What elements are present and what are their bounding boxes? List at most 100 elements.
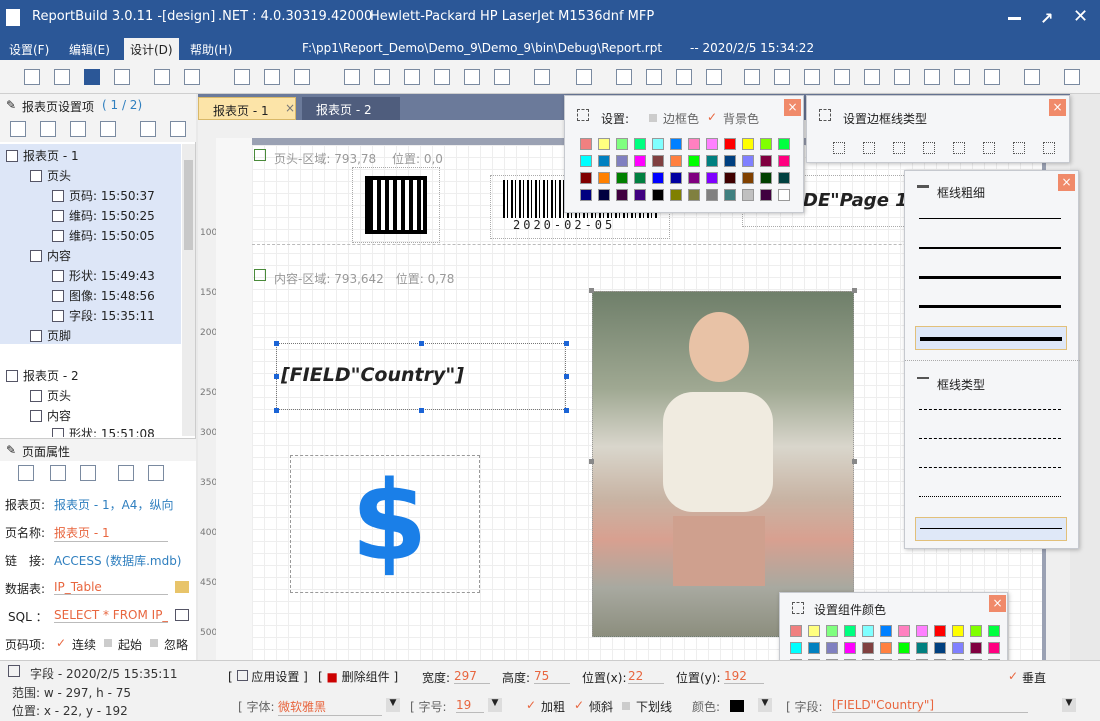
- prop-tool-icon[interactable]: [118, 465, 134, 481]
- color-swatch[interactable]: [652, 189, 664, 201]
- opt-ignore[interactable]: 忽略: [164, 636, 188, 653]
- distribute-h-icon[interactable]: [924, 69, 940, 85]
- tree-item[interactable]: 内容: [30, 407, 71, 424]
- color-swatch[interactable]: [778, 138, 790, 150]
- tree-item[interactable]: 页脚: [30, 327, 71, 344]
- chevron-down-icon[interactable]: ▼: [758, 698, 772, 712]
- color-swatch[interactable]: [988, 642, 1000, 654]
- line-width-1[interactable]: [919, 218, 1061, 219]
- prop-tool-icon[interactable]: [50, 465, 66, 481]
- line-type-dashdotdot[interactable]: [919, 467, 1061, 468]
- field-select[interactable]: [FIELD"Country"]: [832, 698, 1028, 713]
- color-swatch[interactable]: [826, 642, 838, 654]
- color-swatch[interactable]: [598, 155, 610, 167]
- delete-component-button[interactable]: [ ■ 删除组件 ]: [318, 668, 398, 685]
- color-swatch[interactable]: [742, 138, 754, 150]
- menu-design[interactable]: 设计(D): [124, 38, 179, 60]
- pin-icon[interactable]: ✎: [6, 98, 16, 112]
- color-swatch[interactable]: [616, 155, 628, 167]
- close-icon[interactable]: ×: [1049, 99, 1066, 116]
- copy-page-icon[interactable]: [70, 121, 86, 137]
- italic-option[interactable]: 倾斜: [589, 698, 613, 715]
- align-middle-icon[interactable]: [864, 69, 880, 85]
- border-bottom-icon[interactable]: [893, 142, 905, 154]
- checkbox-icon[interactable]: [150, 639, 158, 647]
- color-swatch[interactable]: [670, 155, 682, 167]
- rectangle-icon[interactable]: [464, 69, 480, 85]
- color-swatch[interactable]: [580, 138, 592, 150]
- chevron-down-icon[interactable]: ▼: [386, 698, 400, 712]
- tree-item[interactable]: 图像: 15:48:56: [52, 287, 155, 304]
- line-width-selected[interactable]: [915, 326, 1067, 350]
- tree-item[interactable]: 形状: 15:49:43: [52, 267, 155, 284]
- color-swatch[interactable]: [778, 172, 790, 184]
- front-icon[interactable]: [676, 69, 692, 85]
- menu-settings[interactable]: 设置(F): [9, 41, 49, 58]
- color-swatch[interactable]: [580, 189, 592, 201]
- move-page-icon[interactable]: [40, 121, 56, 137]
- color-swatch[interactable]: [670, 172, 682, 184]
- image-icon[interactable]: [374, 69, 390, 85]
- color-swatch[interactable]: [706, 189, 718, 201]
- line-width-4[interactable]: [919, 305, 1061, 308]
- color-swatch[interactable]: [880, 642, 892, 654]
- delete-page-icon[interactable]: [140, 121, 156, 137]
- color-swatch[interactable]: [844, 642, 856, 654]
- color-swatch[interactable]: [724, 172, 736, 184]
- border-right-icon[interactable]: [953, 142, 965, 154]
- qrcode-element[interactable]: [352, 167, 440, 243]
- tree-item[interactable]: 形状: 15:51:08: [52, 425, 155, 437]
- prop-tool-icon[interactable]: [148, 465, 164, 481]
- chevron-down-icon[interactable]: ▼: [488, 698, 502, 712]
- tree-scrollbar[interactable]: [182, 144, 195, 436]
- pin-icon[interactable]: ✎: [6, 443, 16, 457]
- tree-item[interactable]: 维码: 15:50:05: [52, 227, 155, 244]
- color-swatch[interactable]: [952, 642, 964, 654]
- table-field[interactable]: IP_Table: [54, 580, 168, 595]
- color-swatch[interactable]: [862, 625, 874, 637]
- check-icon[interactable]: ✓: [1008, 669, 1018, 683]
- opt-continuous[interactable]: 连续: [72, 636, 96, 653]
- sql-edit-icon[interactable]: [175, 609, 189, 621]
- line-type-selected[interactable]: [915, 517, 1067, 541]
- line-width-3[interactable]: [919, 276, 1061, 279]
- tree-item[interactable]: 内容: [30, 247, 71, 264]
- page-settings-icon[interactable]: [170, 121, 186, 137]
- color-swatch[interactable]: [760, 189, 772, 201]
- color-swatch[interactable]: [652, 172, 664, 184]
- color-swatch[interactable]: [970, 625, 982, 637]
- line-icon[interactable]: [434, 69, 450, 85]
- color-swatch[interactable]: [652, 138, 664, 150]
- checkbox-icon[interactable]: [104, 639, 112, 647]
- color-swatch[interactable]: [988, 625, 1000, 637]
- photo-image[interactable]: [592, 291, 854, 637]
- color-swatch[interactable]: [916, 642, 928, 654]
- color-swatch[interactable]: [790, 642, 802, 654]
- close-icon[interactable]: ×: [989, 595, 1006, 612]
- align-left-icon[interactable]: [744, 69, 760, 85]
- field-element[interactable]: [FIELD"Country"]: [276, 343, 566, 410]
- check-icon[interactable]: ✓: [574, 698, 584, 712]
- underline-option[interactable]: 下划线: [636, 698, 672, 715]
- color-swatch[interactable]: [760, 138, 772, 150]
- menu-help[interactable]: 帮助(H): [190, 41, 232, 58]
- open-icon[interactable]: [54, 69, 70, 85]
- color-swatch[interactable]: [688, 189, 700, 201]
- tree-item[interactable]: 维码: 15:50:25: [52, 207, 155, 224]
- tree-item[interactable]: 报表页 - 2: [6, 367, 79, 384]
- width-field[interactable]: 297: [454, 669, 490, 684]
- tree-item[interactable]: 页头: [30, 387, 71, 404]
- color-swatch[interactable]: [652, 155, 664, 167]
- print-icon[interactable]: [184, 69, 200, 85]
- name-field[interactable]: 报表页 - 1: [54, 524, 168, 542]
- color-swatch[interactable]: [598, 138, 610, 150]
- tree-item[interactable]: 页头: [30, 167, 71, 184]
- border-diag-icon[interactable]: [1013, 142, 1025, 154]
- color-swatch[interactable]: [670, 138, 682, 150]
- scroll-thumb[interactable]: [184, 160, 193, 250]
- new-icon[interactable]: [24, 69, 40, 85]
- color-swatch[interactable]: [730, 700, 744, 712]
- qrcode-icon[interactable]: [344, 69, 360, 85]
- sql-field[interactable]: SELECT * FROM IP_1: [54, 608, 168, 623]
- apply-settings-button[interactable]: [ 应用设置 ]: [228, 668, 308, 685]
